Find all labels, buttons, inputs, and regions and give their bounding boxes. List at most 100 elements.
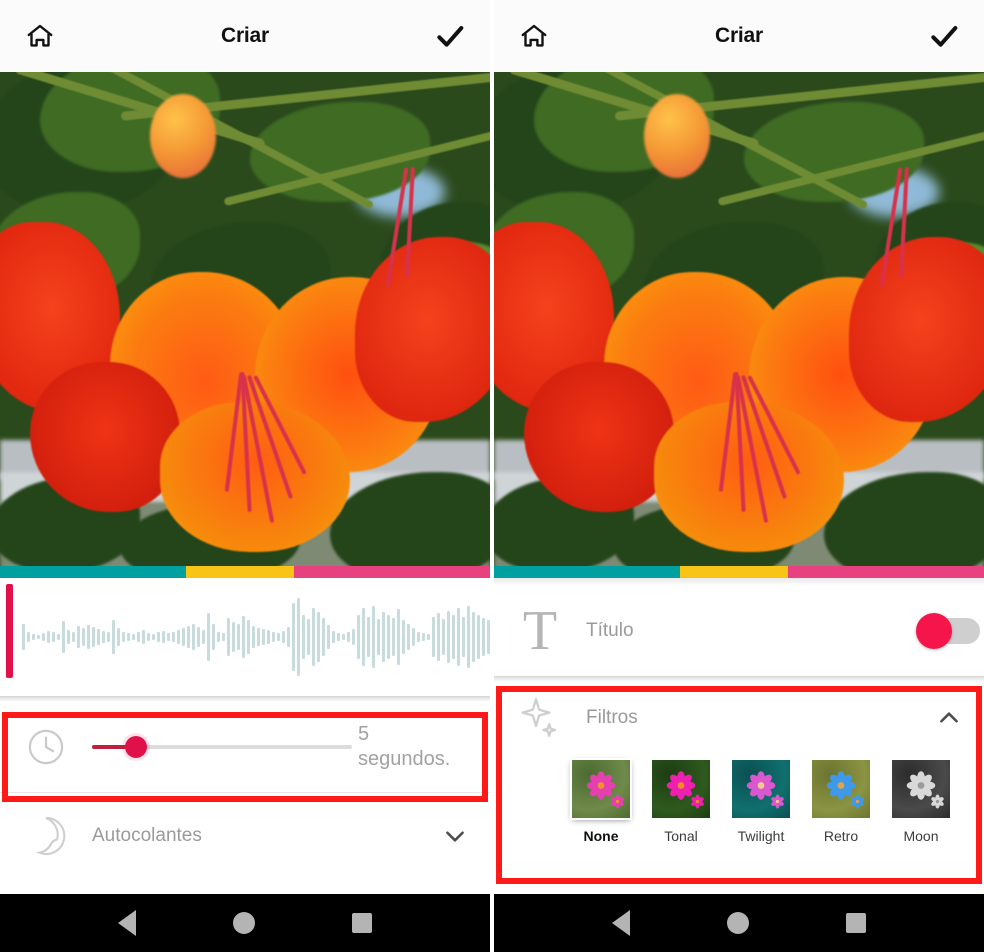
yellow-segment[interactable] [680,566,788,578]
waveform-bar [267,630,270,644]
toggle-track[interactable] [916,613,980,649]
waveform-bar [82,628,85,646]
waveform-bar [282,631,285,643]
waveform-bar [92,627,95,647]
waveform-bar [67,630,70,644]
waveform-bar [377,619,380,655]
audio-waveform[interactable] [0,578,490,696]
waveform-bar [367,617,370,657]
waveform-bar [147,633,150,641]
waveform-bar [397,609,400,665]
filter-thumb-twilight[interactable]: Twilight [732,760,790,844]
filter-preview-image [572,760,630,818]
waveform-bar [27,632,30,642]
right-filler [494,858,984,894]
stickers-label: Autocolantes [92,825,202,846]
slider-thumb[interactable] [125,736,148,758]
chevron-down-icon[interactable] [420,823,490,849]
waveform-bar [457,608,460,666]
waveform-bar [52,632,55,642]
filter-preview-image [892,760,950,818]
waveform-bar [327,625,330,649]
filters-header[interactable]: Filtros [494,682,984,754]
waveform-bar [287,627,290,647]
waveform-bar [207,613,210,661]
filter-flower-glyph-small [770,794,785,814]
home-circle-icon[interactable] [726,912,749,934]
title-row[interactable]: T Título [494,586,984,676]
home-icon[interactable] [514,16,554,56]
clock-icon [0,726,92,768]
waveform-bar [237,624,240,650]
waveform-bar [157,632,160,642]
title-toggle[interactable] [914,613,984,649]
waveform-bar [312,608,315,666]
dual-screenshot: Criar 5 segundos. Autocolantes Criar T T… [0,0,984,952]
duration-slider[interactable] [92,727,352,767]
filter-preview-image [652,760,710,818]
recents-square-icon[interactable] [845,913,866,933]
check-icon[interactable] [924,16,964,56]
timeline-segments-left[interactable] [0,566,490,578]
teal-segment[interactable] [0,566,187,578]
waveform-playhead[interactable] [6,584,13,678]
waveform-bar [307,619,310,655]
waveform-bar [297,598,300,676]
sticker-icon [0,813,92,859]
recents-square-icon[interactable] [351,913,372,933]
waveform-bar [97,629,100,645]
right-screen: Criar T Título Filtros None Tonal Twilig… [494,0,984,952]
waveform-bar [112,620,115,654]
filters-panel: Filtros None Tonal Twilight Retro Moon [494,682,984,858]
filter-thumbnail-list[interactable]: None Tonal Twilight Retro Moon [494,754,984,858]
waveform-bar [32,634,35,640]
pink-segment[interactable] [293,566,490,578]
home-circle-icon[interactable] [232,912,255,934]
chevron-up-icon[interactable] [914,705,984,731]
waveform-bar [247,620,250,654]
waveform-bar [447,611,450,663]
waveform-bar [77,626,80,648]
waveform-bar [472,612,475,662]
photo-preview-right[interactable] [494,72,984,566]
waveform-bar [422,633,425,641]
waveform-bar [182,628,185,646]
filter-thumb-retro[interactable]: Retro [812,760,870,844]
filter-thumb-none[interactable]: None [572,760,630,844]
waveform-bar [272,632,275,642]
filter-thumb-tonal[interactable]: Tonal [652,760,710,844]
waveform-bar [482,618,485,656]
photo-preview-left[interactable] [0,72,490,566]
back-triangle-icon[interactable] [612,910,631,936]
waveform-bar [487,620,490,654]
app-bar-right: Criar [494,0,984,72]
filter-label: None [583,828,619,844]
teal-segment[interactable] [494,566,681,578]
waveform-bar [362,608,365,666]
home-icon[interactable] [20,16,60,56]
waveform-bar [72,632,75,642]
android-navbar-right [494,894,984,952]
waveform-bar [242,616,245,658]
waveform-bar [122,632,125,642]
waveform-bar [387,615,390,659]
back-triangle-icon[interactable] [118,910,137,936]
serif-t-icon: T [522,600,558,662]
filter-flower-glyph-small [850,794,865,814]
timer-row[interactable]: 5 segundos. [0,702,490,792]
yellow-segment[interactable] [186,566,294,578]
sparkle-icon [494,694,586,742]
waveform-bar [277,633,280,641]
waveform-bar [462,617,465,657]
waveform-bar [342,634,345,640]
pink-segment[interactable] [787,566,984,578]
toggle-knob[interactable] [916,613,952,649]
check-icon[interactable] [430,16,470,56]
filter-thumb-moon[interactable]: Moon [892,760,950,844]
timeline-segments-right[interactable] [494,566,984,578]
filter-flower-glyph-small [610,794,625,814]
filter-preview-image [812,760,870,818]
waveform-bar [352,629,355,645]
stickers-row[interactable]: Autocolantes [0,793,490,879]
filter-preview-image [732,760,790,818]
